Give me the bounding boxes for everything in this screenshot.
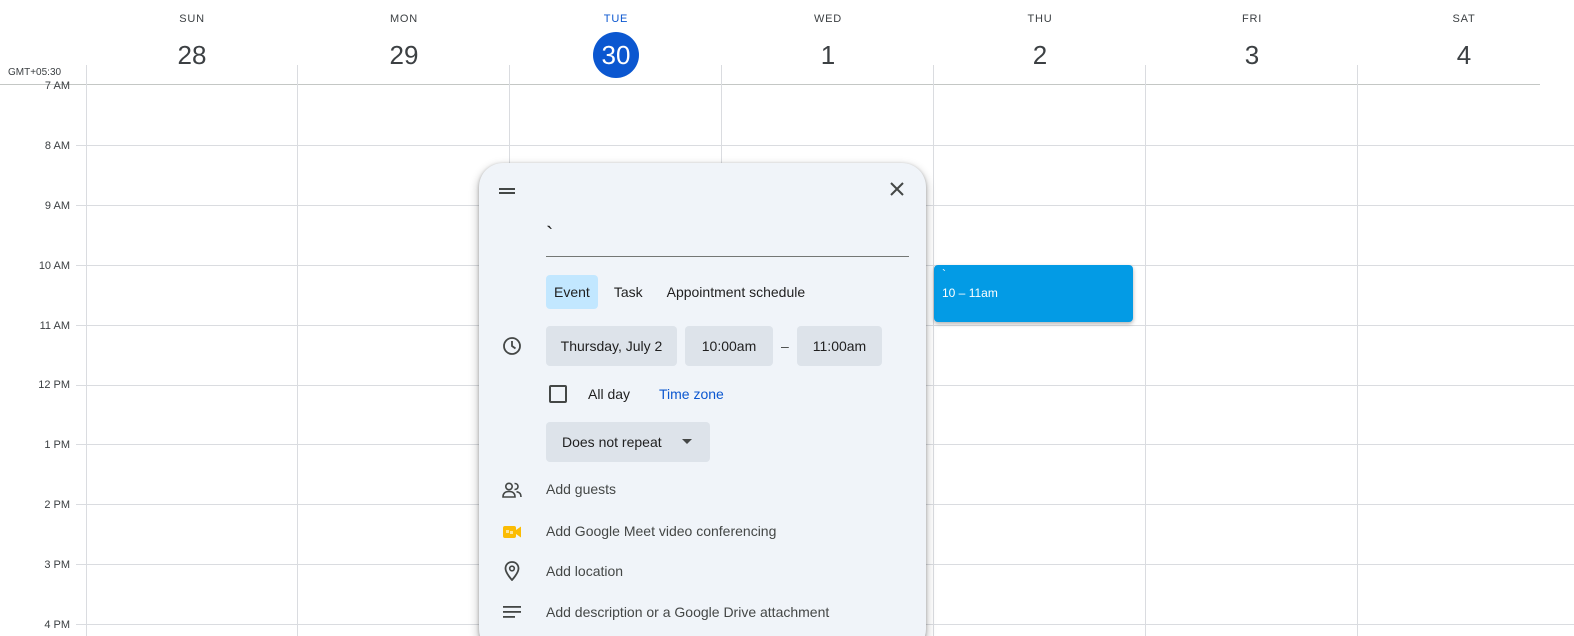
event-quick-create-dialog: Event Task Appointment schedule Thursday… <box>479 163 926 636</box>
day-header-tue-today[interactable]: TUE 30 <box>510 0 722 85</box>
start-time-button[interactable]: 10:00am <box>685 326 773 366</box>
add-location-button[interactable]: Add location <box>546 563 623 579</box>
hour-label: 3 PM <box>44 559 70 571</box>
date-picker-button[interactable]: Thursday, July 2 <box>546 326 677 366</box>
day-header-sat[interactable]: SAT 4 <box>1358 0 1570 85</box>
day-number[interactable]: 29 <box>381 32 427 78</box>
add-google-meet-button[interactable]: Add Google Meet video conferencing <box>546 523 776 539</box>
clock-icon <box>501 335 523 357</box>
event-chip[interactable]: ` 10 – 11am <box>934 265 1133 322</box>
day-name: THU <box>1027 13 1053 25</box>
hour-label: 8 AM <box>44 140 70 152</box>
add-description-button[interactable]: Add description or a Google Drive attach… <box>546 604 829 620</box>
day-number[interactable]: 2 <box>1017 32 1063 78</box>
grid-column-line <box>1145 65 1146 636</box>
google-meet-icon <box>501 521 523 543</box>
day-header-thu[interactable]: THU 2 <box>934 0 1146 85</box>
repeat-value: Does not repeat <box>562 434 662 450</box>
all-day-checkbox[interactable] <box>549 385 567 403</box>
timezone-label: GMT+05:30 <box>8 67 62 78</box>
day-number[interactable]: 4 <box>1441 32 1487 78</box>
hour-label: 1 PM <box>44 439 70 451</box>
header-divider <box>0 84 1540 85</box>
day-header-mon[interactable]: MON 29 <box>298 0 510 85</box>
day-number-today[interactable]: 30 <box>593 32 639 78</box>
hour-label: 12 PM <box>38 379 70 391</box>
tab-event[interactable]: Event <box>546 275 598 309</box>
grid-hour-line <box>76 145 1574 146</box>
day-header-sun[interactable]: SUN 28 <box>86 0 298 85</box>
repeat-dropdown[interactable]: Does not repeat <box>546 422 710 462</box>
hour-label: 7 AM <box>44 80 70 92</box>
calendar-week-view: SUN 28 MON 29 TUE 30 WED 1 THU 2 FRI 3 S… <box>0 0 1574 636</box>
description-icon <box>501 601 523 623</box>
people-icon <box>501 479 523 501</box>
day-name: WED <box>813 13 843 25</box>
all-day-label[interactable]: All day <box>588 386 630 402</box>
day-name: FRI <box>1241 13 1263 25</box>
day-number[interactable]: 28 <box>169 32 215 78</box>
day-name: MON <box>389 13 419 25</box>
day-number[interactable]: 1 <box>805 32 851 78</box>
hour-label: 11 AM <box>39 320 70 332</box>
hour-label: 10 AM <box>38 260 70 272</box>
day-name: TUE <box>603 13 629 25</box>
add-guests-button[interactable]: Add guests <box>546 481 616 497</box>
event-title-input[interactable] <box>546 219 909 257</box>
tab-task[interactable]: Task <box>606 275 651 309</box>
day-header-wed[interactable]: WED 1 <box>722 0 934 85</box>
day-number[interactable]: 3 <box>1229 32 1275 78</box>
event-chip-title: ` <box>942 267 946 281</box>
location-pin-icon <box>501 560 523 582</box>
grid-column-line <box>297 65 298 636</box>
day-name: SAT <box>1452 13 1476 25</box>
tab-appointment-schedule[interactable]: Appointment schedule <box>659 275 814 309</box>
dropdown-caret-icon <box>682 439 692 444</box>
hour-label: 2 PM <box>44 499 70 511</box>
close-icon <box>890 181 904 201</box>
time-range-dash: – <box>781 338 789 354</box>
grid-column-line <box>1357 65 1358 636</box>
day-header-fri[interactable]: FRI 3 <box>1146 0 1358 85</box>
close-button[interactable] <box>881 175 913 207</box>
drag-handle-icon[interactable] <box>499 183 515 194</box>
grid-column-line <box>86 65 87 636</box>
hour-label: 9 AM <box>44 200 70 212</box>
event-chip-time: 10 – 11am <box>942 286 998 300</box>
time-zone-link[interactable]: Time zone <box>659 386 724 402</box>
hour-label: 4 PM <box>44 619 70 631</box>
grid-column-line <box>933 65 934 636</box>
end-time-button[interactable]: 11:00am <box>797 326 882 366</box>
day-name: SUN <box>179 13 205 25</box>
event-type-tabs: Event Task Appointment schedule <box>546 275 813 309</box>
